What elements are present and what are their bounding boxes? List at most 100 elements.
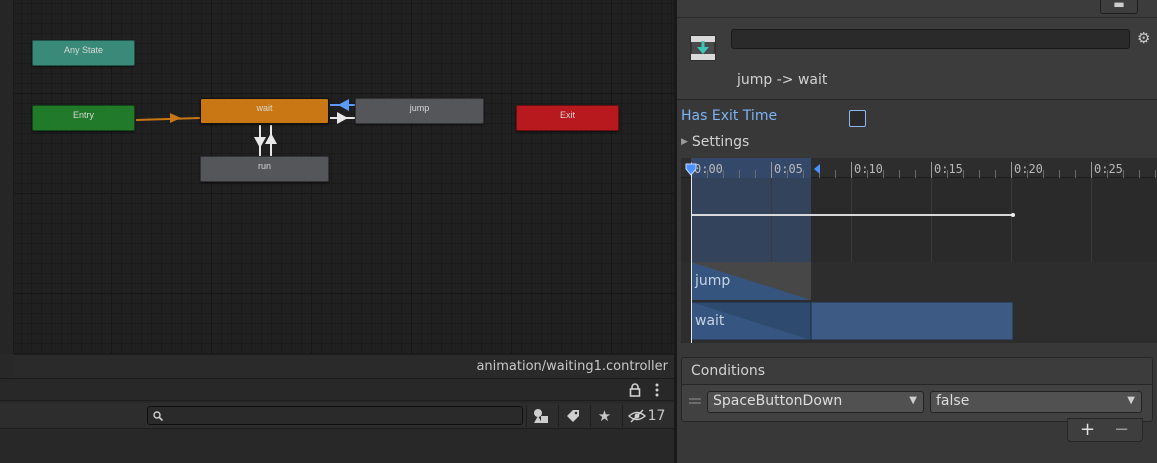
wait-track-label: wait bbox=[695, 313, 725, 329]
conditions-header: Conditions bbox=[682, 358, 1152, 385]
jump-state-node[interactable]: jump bbox=[355, 98, 484, 124]
curve-endpoint bbox=[1011, 213, 1015, 217]
chevron-down-icon: ▼ bbox=[909, 395, 917, 406]
transition-timeline[interactable]: jump wait 0:00 0:05 0:10 0:15 0:20 0:25 bbox=[681, 158, 1157, 343]
minor-tick bbox=[835, 170, 836, 178]
entry-node[interactable]: Entry bbox=[32, 105, 135, 131]
minor-tick bbox=[1043, 170, 1044, 178]
tag-icon bbox=[566, 410, 579, 422]
inspector-menu-button[interactable]: ▬ bbox=[1100, 0, 1138, 14]
minor-tick bbox=[1059, 170, 1060, 178]
jump-label: jump bbox=[409, 103, 430, 113]
jump-to-wait-arrowhead bbox=[338, 99, 349, 111]
entry-to-wait-arrow bbox=[135, 117, 201, 121]
search-field[interactable] bbox=[147, 406, 523, 425]
minor-tick bbox=[1155, 170, 1156, 178]
timeline-ruler[interactable] bbox=[681, 158, 1157, 178]
transition-end-marker-icon[interactable] bbox=[812, 162, 822, 176]
wait-label: wait bbox=[256, 103, 273, 113]
condition-parameter-value: SpaceButtonDown bbox=[713, 393, 843, 409]
tick-label: 0:20 bbox=[1014, 162, 1043, 176]
any-state-label: Any State bbox=[63, 45, 104, 55]
tick-label: 0:00 bbox=[694, 162, 723, 176]
add-remove-footer: + − bbox=[1067, 418, 1143, 442]
minor-tick bbox=[1139, 170, 1140, 178]
minor-tick bbox=[739, 170, 740, 178]
run-to-wait-arrowhead bbox=[265, 133, 277, 144]
project-panel: ★ 17 bbox=[0, 378, 674, 463]
major-tick bbox=[771, 162, 772, 178]
search-input[interactable] bbox=[166, 408, 516, 423]
project-header-row bbox=[0, 379, 674, 401]
condition-value: false bbox=[936, 393, 970, 409]
major-tick bbox=[931, 162, 932, 178]
wait-to-run-arrowhead bbox=[254, 137, 266, 148]
chevron-down-icon: ▼ bbox=[1127, 395, 1135, 406]
wait-to-jump-arrowhead bbox=[337, 112, 348, 124]
minor-tick bbox=[979, 170, 980, 178]
favorites-button[interactable]: ★ bbox=[590, 405, 618, 427]
star-icon: ★ bbox=[597, 407, 612, 425]
triangle-right-icon: ▶ bbox=[681, 137, 688, 147]
settings-foldout[interactable]: ▶ Settings bbox=[681, 134, 749, 150]
lock-icon[interactable] bbox=[629, 383, 641, 397]
search-icon bbox=[153, 411, 163, 421]
transition-header: ⚙ jump -> wait bbox=[677, 18, 1157, 100]
run-label: run bbox=[257, 161, 271, 171]
filter-by-type-button[interactable] bbox=[526, 405, 554, 427]
minor-tick bbox=[883, 170, 884, 178]
minor-tick bbox=[1075, 170, 1076, 178]
transition-name-field[interactable] bbox=[731, 29, 1130, 49]
entry-label: Entry bbox=[72, 110, 94, 120]
filter-by-label-button[interactable] bbox=[558, 405, 586, 427]
eye-slash-icon bbox=[627, 409, 646, 423]
tick-label: 0:25 bbox=[1094, 162, 1123, 176]
run-state-node[interactable]: run bbox=[200, 156, 329, 182]
minor-tick bbox=[723, 170, 724, 178]
transition-title: jump -> wait bbox=[737, 72, 828, 88]
has-exit-time-label: Has Exit Time bbox=[681, 108, 778, 124]
shapes-icon bbox=[533, 409, 548, 423]
add-condition-button[interactable]: + bbox=[1080, 419, 1095, 440]
animator-graph[interactable]: Any State Entry wait jump run Exit bbox=[14, 0, 674, 354]
conditions-list: Conditions SpaceButtonDown ▼ false ▼ bbox=[681, 357, 1153, 422]
minor-tick bbox=[963, 170, 964, 178]
wait-state-node[interactable]: wait bbox=[200, 98, 329, 124]
exit-label: Exit bbox=[559, 110, 575, 120]
blend-curve-line bbox=[691, 214, 1013, 216]
major-tick bbox=[1091, 162, 1092, 178]
has-exit-time-checkbox[interactable] bbox=[849, 110, 866, 127]
inspector-topbar: ▬ bbox=[677, 0, 1157, 18]
condition-parameter-dropdown[interactable]: SpaceButtonDown ▼ bbox=[707, 391, 924, 413]
condition-value-dropdown[interactable]: false ▼ bbox=[930, 391, 1142, 413]
inspector-panel: ▬ ⚙ jump -> wait Has Exit Time ▶ Settings bbox=[677, 0, 1157, 463]
wait-track[interactable] bbox=[691, 302, 1013, 340]
minor-tick bbox=[755, 170, 756, 178]
minor-tick bbox=[803, 170, 804, 178]
controller-path: animation/waiting1.controller bbox=[14, 354, 674, 378]
kebab-menu-icon[interactable] bbox=[654, 383, 660, 397]
drag-handle-icon[interactable] bbox=[689, 398, 701, 404]
transition-icon bbox=[690, 35, 716, 61]
hidden-packages-button[interactable]: 17 bbox=[622, 405, 670, 427]
remove-condition-button[interactable]: − bbox=[1114, 419, 1129, 440]
playhead-line bbox=[691, 168, 692, 343]
minor-tick bbox=[995, 170, 996, 178]
minor-tick bbox=[899, 170, 900, 178]
settings-label: Settings bbox=[691, 134, 750, 150]
conditions-title: Conditions bbox=[691, 363, 766, 379]
playhead-marker-icon[interactable] bbox=[684, 162, 698, 176]
major-tick bbox=[1011, 162, 1012, 178]
minor-tick bbox=[915, 170, 916, 178]
any-state-node[interactable]: Any State bbox=[32, 40, 135, 66]
project-toolbar: ★ 17 bbox=[0, 403, 674, 429]
minor-tick bbox=[1123, 170, 1124, 178]
gear-icon[interactable]: ⚙ bbox=[1137, 29, 1150, 47]
hidden-count: 17 bbox=[647, 408, 666, 424]
major-tick bbox=[851, 162, 852, 178]
curve-duration-highlight bbox=[691, 178, 811, 262]
jump-track-label: jump bbox=[695, 273, 731, 289]
exit-node[interactable]: Exit bbox=[516, 105, 619, 131]
tick-label: 0:15 bbox=[934, 162, 963, 176]
tick-label: 0:10 bbox=[854, 162, 883, 176]
